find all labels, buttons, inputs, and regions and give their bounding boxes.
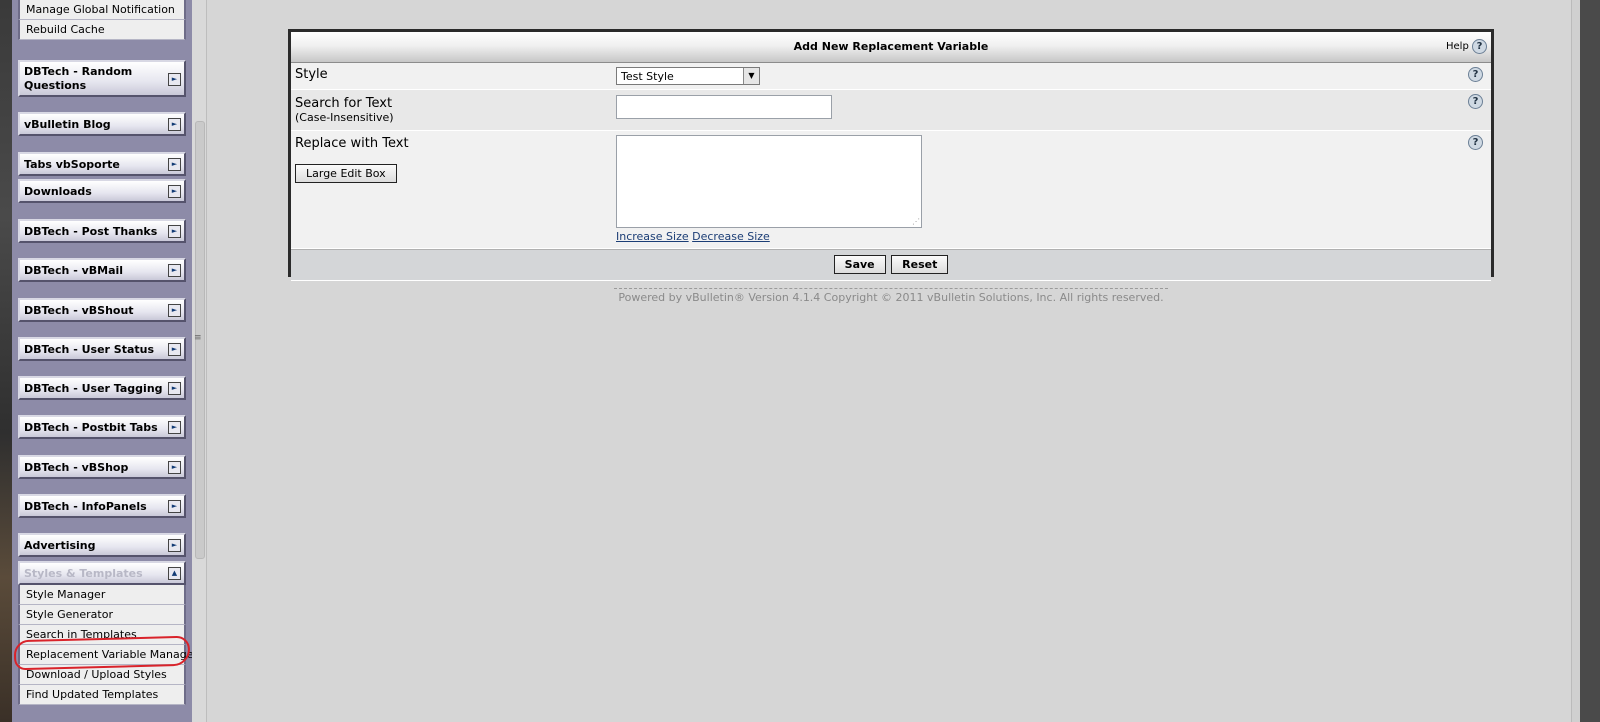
search-text-input[interactable]	[616, 95, 832, 119]
splitter-grip-icon[interactable]: ≡	[194, 333, 202, 343]
search-label-group: Search for Text (Case-Insensitive)	[295, 96, 394, 124]
replace-label: Replace with Text	[295, 136, 409, 151]
decrease-size-link[interactable]: Decrease Size	[692, 230, 770, 243]
style-label: Style	[295, 67, 328, 82]
admin-nav-frame: Manage Global Notification Rebuild Cache…	[12, 0, 198, 722]
nav-item-rebuild-cache[interactable]: Rebuild Cache	[18, 20, 186, 40]
nav-group-random-questions[interactable]: DBTech - Random Questions ►	[18, 60, 186, 97]
expand-icon[interactable]: ►	[168, 118, 181, 131]
nav-group-user-status[interactable]: DBTech - User Status ►	[18, 337, 186, 361]
nav-group-label: Advertising	[24, 539, 96, 552]
nav-group-infopanels[interactable]: DBTech - InfoPanels ►	[18, 494, 186, 518]
expand-icon[interactable]: ►	[168, 461, 181, 474]
nav-group-label: Tabs vbSoporte	[24, 158, 120, 171]
nav-group-label: vBulletin Blog	[24, 118, 111, 131]
expand-icon[interactable]: ►	[168, 343, 181, 356]
nav-group-label: DBTech - Postbit Tabs	[24, 421, 158, 434]
nav-group-label: DBTech - User Status	[24, 343, 155, 356]
help-icon[interactable]: ?	[1468, 67, 1483, 82]
replace-textarea[interactable]: ⋰	[616, 135, 922, 228]
large-edit-box-button[interactable]: Large Edit Box	[295, 164, 397, 183]
nav-item-find-updated-templates[interactable]: Find Updated Templates	[18, 685, 186, 705]
nav-group-vbshout[interactable]: DBTech - vBShout ►	[18, 298, 186, 322]
nav-group-label: DBTech - User Tagging	[24, 382, 163, 395]
nav-group-label: DBTech - vBMail	[24, 264, 124, 277]
expand-icon[interactable]: ►	[168, 72, 181, 86]
style-select[interactable]: Test Style ▼	[616, 67, 760, 85]
nav-group-label: DBTech - InfoPanels	[24, 500, 147, 513]
expand-icon[interactable]: ►	[168, 225, 181, 238]
search-label: Search for Text	[295, 96, 393, 111]
copyright-footer: Powered by vBulletin® Version 4.1.4 Copy…	[614, 288, 1168, 304]
add-replacement-variable-panel: Add New Replacement Variable Help ? Styl…	[288, 29, 1494, 281]
nav-group-post-thanks[interactable]: DBTech - Post Thanks ►	[18, 219, 186, 243]
search-row: Search for Text (Case-Insensitive) ?	[291, 90, 1491, 131]
nav-group-label: Downloads	[24, 185, 92, 198]
expand-icon[interactable]: ►	[168, 158, 181, 171]
chevron-down-icon[interactable]: ▼	[743, 68, 759, 84]
textarea-size-links: Increase Size Decrease Size	[616, 230, 770, 243]
frame-splitter[interactable]: ≡	[192, 0, 207, 722]
nav-group-tabs-vbsoporte[interactable]: Tabs vbSoporte ►	[18, 152, 186, 176]
help-label: Help	[1446, 41, 1469, 52]
window-right-edge	[1580, 0, 1600, 722]
nav-group-label: DBTech - Random Questions	[24, 65, 133, 92]
expand-icon[interactable]: ►	[168, 382, 181, 395]
nav-group-label: Styles & Templates	[24, 567, 143, 580]
nav-item-style-manager[interactable]: Style Manager	[18, 585, 186, 605]
panel-title-bar: Add New Replacement Variable Help ?	[291, 32, 1491, 63]
nav-group-vbulletin-blog[interactable]: vBulletin Blog ►	[18, 112, 186, 136]
window-scrollbar-track[interactable]	[1571, 0, 1580, 722]
replace-row: Replace with Text Large Edit Box ⋰ Incre…	[291, 131, 1491, 249]
expand-icon[interactable]: ►	[168, 539, 181, 552]
highlight-annotation	[13, 635, 191, 671]
nav-group-label: DBTech - vBShout	[24, 304, 134, 317]
help-icon[interactable]: ?	[1468, 94, 1483, 109]
nav-group-label: DBTech - vBShop	[24, 461, 129, 474]
help-icon[interactable]: ?	[1468, 135, 1483, 150]
window-left-edge	[0, 0, 12, 722]
increase-size-link[interactable]: Increase Size	[616, 230, 689, 243]
nav-group-user-tagging[interactable]: DBTech - User Tagging ►	[18, 376, 186, 400]
nav-group-downloads[interactable]: Downloads ►	[18, 179, 186, 203]
expand-icon[interactable]: ►	[168, 185, 181, 198]
style-select-value: Test Style	[621, 70, 674, 83]
help-link[interactable]: Help ?	[1446, 32, 1487, 62]
style-row: Style Test Style ▼ ?	[291, 63, 1491, 90]
form-actions: Save Reset	[291, 249, 1491, 281]
nav-group-advertising[interactable]: Advertising ►	[18, 533, 186, 557]
help-icon[interactable]: ?	[1472, 38, 1487, 54]
expand-icon[interactable]: ►	[168, 264, 181, 277]
nav-group-label: DBTech - Post Thanks	[24, 225, 158, 238]
nav-group-vbmail[interactable]: DBTech - vBMail ►	[18, 258, 186, 282]
expand-icon[interactable]: ►	[168, 421, 181, 434]
nav-item-manage-global-notification[interactable]: Manage Global Notification	[18, 0, 186, 20]
nav-group-top: Manage Global Notification Rebuild Cache	[18, 0, 186, 40]
save-button[interactable]: Save	[833, 255, 886, 274]
reset-button[interactable]: Reset	[891, 255, 949, 274]
resize-grip-icon[interactable]: ⋰	[912, 217, 920, 226]
search-sublabel: (Case-Insensitive)	[295, 111, 394, 124]
expand-icon[interactable]: ►	[168, 304, 181, 317]
nav-group-postbit-tabs[interactable]: DBTech - Postbit Tabs ►	[18, 415, 186, 439]
nav-group-header-styles-templates[interactable]: Styles & Templates ▲	[18, 561, 186, 585]
panel-title: Add New Replacement Variable	[793, 40, 989, 53]
nav-group-styles-templates: Styles & Templates ▲ Style Manager Style…	[18, 561, 198, 705]
expand-icon[interactable]: ►	[168, 500, 181, 513]
nav-item-style-generator[interactable]: Style Generator	[18, 605, 186, 625]
collapse-icon[interactable]: ▲	[168, 567, 181, 580]
nav-group-vbshop[interactable]: DBTech - vBShop ►	[18, 455, 186, 479]
